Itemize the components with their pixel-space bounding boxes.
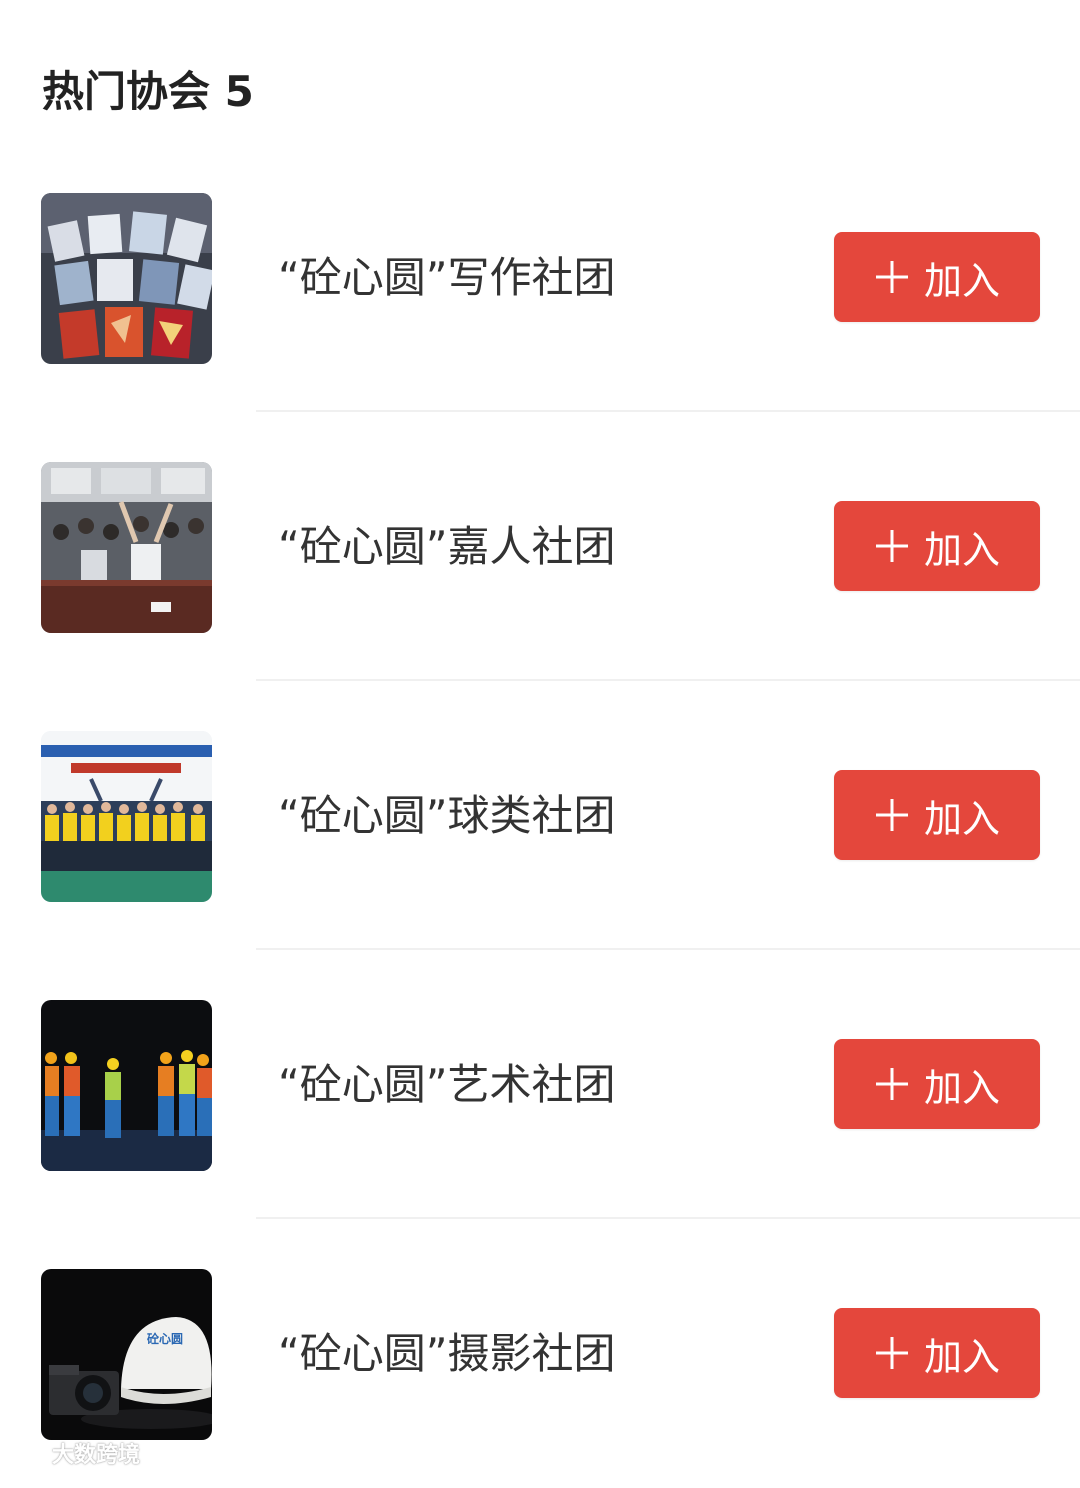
join-button[interactable]: 加入 xyxy=(834,501,1040,591)
plus-icon xyxy=(874,259,910,295)
watermark-text: 大数跨境 xyxy=(52,1443,141,1468)
join-button-label: 加入 xyxy=(923,1334,1000,1379)
join-button[interactable]: 加入 xyxy=(834,770,1040,860)
association-thumbnail[interactable] xyxy=(41,731,212,902)
plus-icon xyxy=(874,797,910,833)
books-photo xyxy=(41,193,212,364)
join-button[interactable]: 加入 xyxy=(834,1308,1040,1398)
meeting-room-photo xyxy=(41,462,212,633)
join-button-label: 加入 xyxy=(923,527,1000,572)
team-photo xyxy=(41,731,212,902)
join-button-label: 加入 xyxy=(923,1065,1000,1110)
association-item-photography[interactable]: 砼心圆 “砼心圆”摄影社团 加入 xyxy=(0,1219,1080,1488)
association-name[interactable]: “砼心圆”球类社团 xyxy=(278,786,616,846)
association-item-art[interactable]: “砼心圆”艺术社团 加入 xyxy=(0,950,1080,1219)
association-item-ball-games[interactable]: “砼心圆”球类社团 加入 xyxy=(0,681,1080,950)
association-name[interactable]: “砼心圆”摄影社团 xyxy=(278,1324,616,1384)
association-thumbnail[interactable] xyxy=(41,462,212,633)
watermark-logo-icon xyxy=(8,1439,48,1467)
association-thumbnail[interactable] xyxy=(41,1000,212,1171)
association-thumbnail[interactable]: 砼心圆 xyxy=(41,1269,212,1440)
association-name[interactable]: “砼心圆”写作社团 xyxy=(278,248,616,308)
join-button-label: 加入 xyxy=(923,258,1000,303)
association-name[interactable]: “砼心圆”艺术社团 xyxy=(278,1055,616,1115)
cap-logo-text: 砼心圆 xyxy=(147,1331,183,1346)
join-button-label: 加入 xyxy=(923,796,1000,841)
association-list: “砼心圆”写作社团 加入 “砼心圆”嘉人社团 加入 “砼心圆”球类社团 加入 “… xyxy=(0,143,1080,1488)
association-item-writing[interactable]: “砼心圆”写作社团 加入 xyxy=(0,143,1080,412)
join-button[interactable]: 加入 xyxy=(834,1039,1040,1129)
watermark: 大数跨境 xyxy=(8,1436,140,1470)
join-button[interactable]: 加入 xyxy=(834,232,1040,322)
plus-icon xyxy=(874,1335,910,1371)
association-item-jiaren[interactable]: “砼心圆”嘉人社团 加入 xyxy=(0,412,1080,681)
camera-cap-photo: 砼心圆 xyxy=(41,1269,212,1440)
plus-icon xyxy=(874,528,910,564)
association-thumbnail[interactable] xyxy=(41,193,212,364)
plus-icon xyxy=(874,1066,910,1102)
association-name[interactable]: “砼心圆”嘉人社团 xyxy=(278,517,616,577)
stage-performance-photo xyxy=(41,1000,212,1171)
section-title: 热门协会 5 xyxy=(42,67,254,116)
